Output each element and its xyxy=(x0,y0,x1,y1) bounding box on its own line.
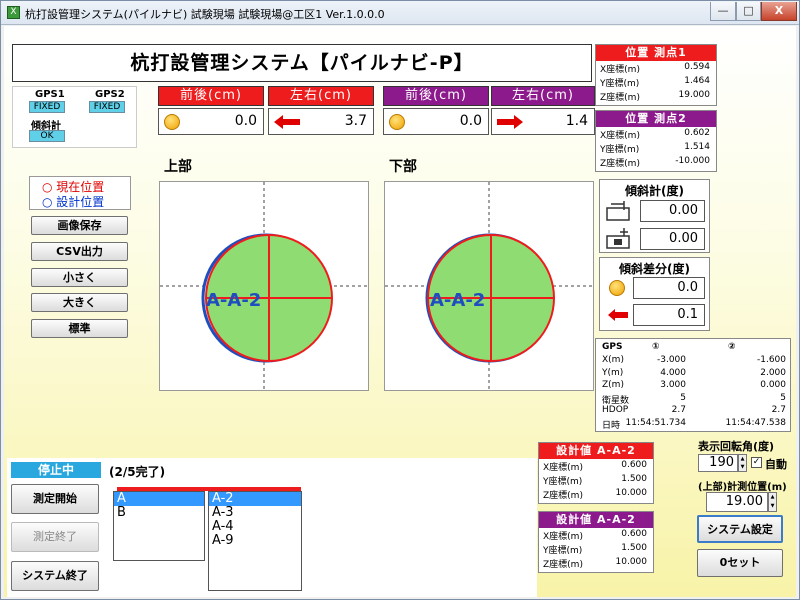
circle-indicator-icon xyxy=(389,114,405,130)
upper-front-header: 前後(cm) xyxy=(158,86,264,106)
rotation-label: 表示回転角(度) xyxy=(698,440,775,453)
gps1-status: FIXED xyxy=(29,101,65,113)
list-item[interactable]: A xyxy=(114,492,204,506)
gps-info-row: 日時 11:54:51.734 11:54:47.538 xyxy=(602,417,786,431)
save-image-button[interactable]: 画像保存 xyxy=(31,216,128,235)
upper-position-plot[interactable]: A-A-2 xyxy=(159,181,369,391)
upper-lr-header: 左右(cm) xyxy=(268,86,374,106)
gps-status-panel: GPS1 FIXED GPS2 FIXED 傾斜計 OK xyxy=(12,86,137,148)
auto-label: 自動 xyxy=(765,458,787,471)
client-area: 杭打設管理システム【パイルナビ-P】 GPS1 FIXED GPS2 FIXED… xyxy=(4,26,796,597)
lower-front-value: 0.0 xyxy=(383,108,489,135)
rotation-spinner[interactable]: ▲ ▼ xyxy=(738,454,747,472)
area-list[interactable]: A B xyxy=(113,491,205,561)
status-badge: 停止中 xyxy=(11,462,101,478)
exit-system-button[interactable]: システム終了 xyxy=(11,561,99,591)
rotation-input[interactable]: 190 xyxy=(698,454,738,472)
upper-plot-title: 上部 xyxy=(164,159,192,175)
pos1-z: 19.000 xyxy=(678,90,711,100)
end-measure-button[interactable]: 測定終了 xyxy=(11,522,99,552)
position-point1-title: 位置 測点1 xyxy=(596,45,716,61)
csv-export-button[interactable]: CSV出力 xyxy=(31,242,128,261)
tilt-meter-panel: 傾斜計(度) 0.00 0.00 xyxy=(599,179,710,253)
pos2-z: -10.000 xyxy=(675,156,710,166)
window-title: 杭打設管理システム(パイルナビ) 試験現場 試験現場@工区1 Ver.1.0.0… xyxy=(25,8,385,21)
pile-label: A-A-2 xyxy=(430,290,485,311)
design-position-legend: ○ 設計位置 xyxy=(42,195,105,209)
tilt-diff-lr-value: 0.1 xyxy=(633,304,705,326)
circle-indicator-icon xyxy=(164,114,180,130)
tilt-meter-title: 傾斜計(度) xyxy=(625,184,684,198)
list-item[interactable]: A-2 xyxy=(209,492,301,506)
close-button[interactable]: X xyxy=(761,2,797,21)
lower-lr-header: 左右(cm) xyxy=(491,86,595,106)
main-window: X 杭打設管理システム(パイルナビ) 試験現場 試験現場@工区1 Ver.1.0… xyxy=(0,0,800,600)
measure-position-label: (上部)計測位置(m) xyxy=(698,482,787,493)
gps2-status: FIXED xyxy=(89,101,125,113)
lower-front-header: 前後(cm) xyxy=(383,86,489,106)
measure-position-input[interactable]: 19.00 xyxy=(706,492,768,512)
pos1-x: 0.594 xyxy=(684,62,710,72)
minimize-button[interactable]: — xyxy=(710,2,736,21)
list-item[interactable]: A-9 xyxy=(209,534,301,548)
circle-indicator-icon xyxy=(609,280,625,296)
gps1-label: GPS1 xyxy=(35,89,65,100)
pile-list[interactable]: A-2 A-3 A-4 A-9 xyxy=(208,491,302,591)
arrow-left-icon xyxy=(274,115,300,129)
position-point2-title: 位置 測点2 xyxy=(596,111,716,127)
lower-lr-value: 1.4 xyxy=(491,108,595,135)
system-settings-button[interactable]: システム設定 xyxy=(697,515,783,543)
gps-info-panel: GPS ① ② X(m) -3.000 -1.600 Y(m) 4.000 2.000 Z(… xyxy=(595,338,791,432)
pos1-y: 1.464 xyxy=(684,76,710,86)
upper-front-value: 0.0 xyxy=(158,108,264,135)
tilt-y-value: 0.00 xyxy=(640,228,705,250)
pos2-x: 0.602 xyxy=(684,128,710,138)
list-item[interactable]: A-4 xyxy=(209,520,301,534)
maximize-button[interactable]: □ xyxy=(736,2,761,21)
app-icon: X xyxy=(7,6,20,19)
list-item[interactable]: A-3 xyxy=(209,506,301,520)
tilt-x-icon xyxy=(606,201,630,221)
gps-info-row: Z(m) 3.000 0.000 xyxy=(602,380,786,390)
zoom-reset-button[interactable]: 標準 xyxy=(31,319,128,338)
design-value-title: 設計値 A-A-2 xyxy=(539,443,653,459)
zoom-in-button[interactable]: 大きく xyxy=(31,293,128,312)
lower-position-plot[interactable]: A-A-2 xyxy=(384,181,594,391)
title-bar: X 杭打設管理システム(パイルナビ) 試験現場 試験現場@工区1 Ver.1.0… xyxy=(1,1,799,25)
lower-plot-title: 下部 xyxy=(389,159,417,175)
design-value-panel-2: 設計値 A-A-2 X座標(m) 0.600 Y座標(m) 1.500 Z座標(m)… xyxy=(538,511,654,573)
tilt-diff-panel: 傾斜差分(度) 0.0 0.1 xyxy=(599,257,710,331)
upper-lr-value: 3.7 xyxy=(268,108,374,135)
gps-info-row: HDOP 2.7 2.7 xyxy=(602,405,786,415)
gps-info-row: Y(m) 4.000 2.000 xyxy=(602,367,786,378)
start-measure-button[interactable]: 測定開始 xyxy=(11,484,99,514)
position-point1-panel: 位置 測点1 X座標(m) 0.594 Y座標(m) 1.464 Z座標(m) 19.… xyxy=(595,44,717,106)
zoom-out-button[interactable]: 小さく xyxy=(31,268,128,287)
list-item[interactable]: B xyxy=(114,506,204,520)
measure-position-spinner[interactable]: ▲ ▼ xyxy=(768,492,777,512)
auto-checkbox[interactable]: ✓ xyxy=(751,457,762,468)
design-value-title: 設計値 A-A-2 xyxy=(539,512,653,528)
tilt-status: OK xyxy=(29,130,65,142)
tilt-diff-title: 傾斜差分(度) xyxy=(619,262,690,276)
app-title: 杭打設管理システム【パイルナビ-P】 xyxy=(12,44,592,82)
position-point2-panel: 位置 測点2 X座標(m) 0.602 Y座標(m) 1.514 Z座標(m) -10… xyxy=(595,110,717,172)
measurement-control-panel: 停止中 (2/5完了) 測定開始 測定終了 システム終了 A B A-2 A-3… xyxy=(7,458,537,597)
pile-label: A-A-2 xyxy=(206,290,261,311)
arrow-left-icon xyxy=(608,309,628,321)
tilt-diff-front-value: 0.0 xyxy=(633,277,705,299)
progress-text: (2/5完了) xyxy=(109,465,166,479)
gps2-label: GPS2 xyxy=(95,89,125,100)
zero-set-button[interactable]: 0セット xyxy=(697,549,783,577)
tilt-x-value: 0.00 xyxy=(640,200,705,222)
tilt-y-icon xyxy=(606,228,630,249)
pos2-y: 1.514 xyxy=(684,142,710,152)
design-value-panel-1: 設計値 A-A-2 X座標(m) 0.600 Y座標(m) 1.500 Z座標(m)… xyxy=(538,442,654,504)
position-legend: ○ 現在位置 ○ 設計位置 xyxy=(29,176,131,210)
gps-info-row: X(m) -3.000 -1.600 xyxy=(602,355,786,365)
arrow-right-icon xyxy=(497,115,523,129)
gps-info-row: 衛星数 5 5 xyxy=(602,392,786,406)
